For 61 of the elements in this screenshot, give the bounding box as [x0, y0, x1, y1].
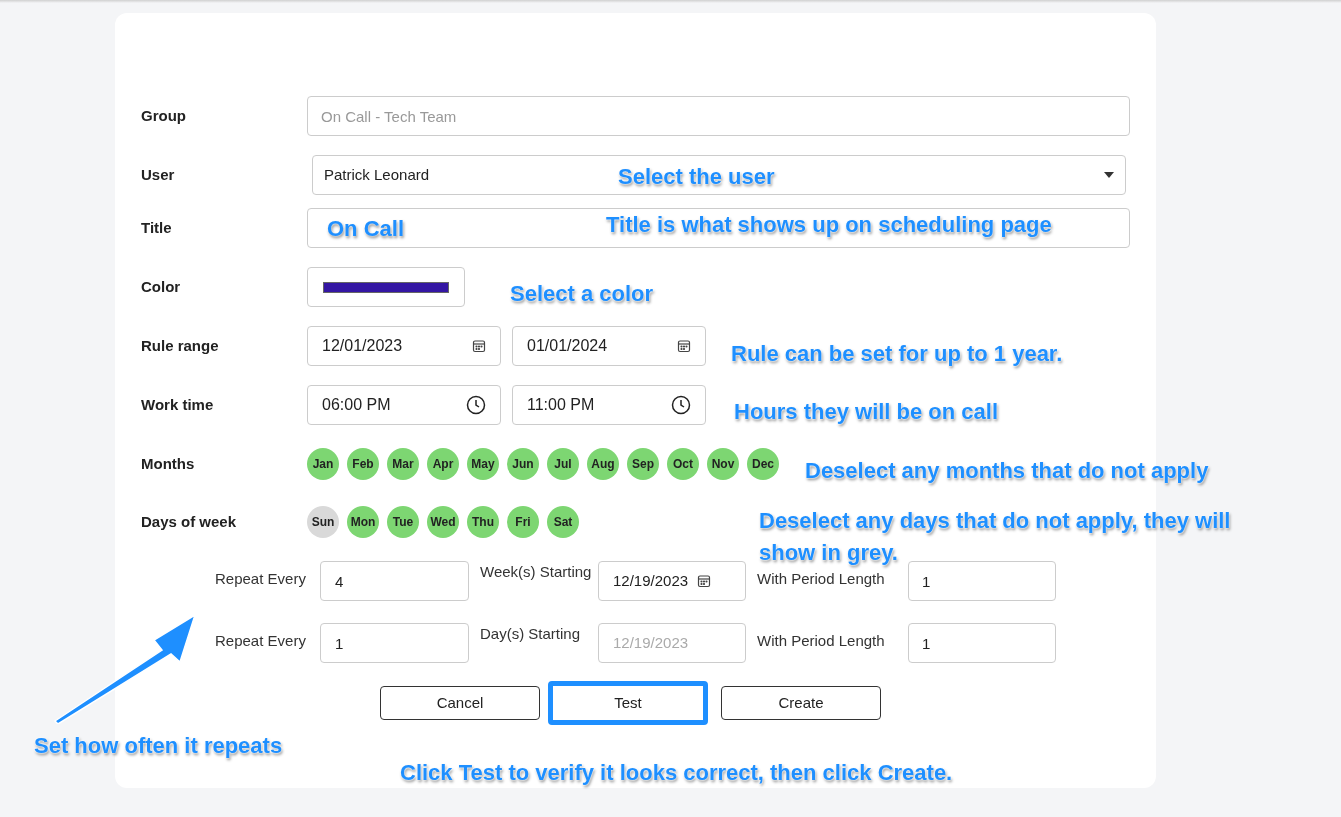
field-label: With Period Length [757, 631, 886, 651]
toggle-chip[interactable]: Jan [307, 448, 339, 480]
annotation-text: Click Test to verify it looks correct, then click Create. [400, 760, 953, 786]
user-select[interactable]: Patrick Leonard Select the user [312, 155, 1126, 195]
toggle-chip[interactable]: Dec [747, 448, 779, 480]
toggle-chip[interactable]: Sat [547, 506, 579, 538]
time-field[interactable]: 06:00 PM [307, 385, 501, 425]
group-field[interactable]: On Call - Tech Team [307, 96, 1130, 136]
number-field[interactable]: 4 [320, 561, 469, 601]
toggle-chip[interactable]: Jul [547, 448, 579, 480]
date-field[interactable]: 12/01/2023 [307, 326, 501, 366]
toggle-chip[interactable]: Apr [427, 448, 459, 480]
field-label: Work time [141, 394, 215, 415]
annotation-text: Title is what shows up on scheduling page [606, 212, 1052, 238]
time-field[interactable]: 11:00 PM [512, 385, 706, 425]
annotation-text: Set how often it repeats [34, 733, 283, 759]
toggle-chip[interactable]: Oct [667, 448, 699, 480]
toggle-chip[interactable]: Fri [507, 506, 539, 538]
color-picker[interactable] [307, 267, 465, 307]
annotation-text: Select a color [510, 281, 654, 307]
field-label: Days of week [141, 511, 238, 532]
toggle-chip[interactable]: Sun [307, 506, 339, 538]
annotation-text: Deselect any months that do not apply [805, 458, 1209, 484]
date-field[interactable]: 01/01/2024 [512, 326, 706, 366]
field-label: Repeat Every [215, 631, 307, 651]
clock-icon[interactable] [671, 395, 691, 415]
caret-icon [1104, 172, 1114, 178]
field-label: Rule range [141, 335, 220, 356]
toggle-chip[interactable]: Thu [467, 506, 499, 538]
field-label: Months [141, 453, 196, 474]
annotation-text: Select the user [618, 164, 775, 190]
toggle-chip[interactable]: Mon [347, 506, 379, 538]
annotation-text: Hours they will be on call [734, 399, 999, 425]
field-label: Day(s) Starting [480, 624, 582, 644]
action-button[interactable]: Create [721, 686, 881, 720]
title-value: On Call [327, 214, 404, 243]
action-button[interactable]: Test [548, 681, 708, 725]
toggle-chip[interactable]: Mar [387, 448, 419, 480]
field-label: With Period Length [757, 569, 886, 589]
toggle-chip[interactable]: May [467, 448, 499, 480]
toggle-chip[interactable]: Tue [387, 506, 419, 538]
toggle-chip[interactable]: Sep [627, 448, 659, 480]
field-label: Group [141, 105, 187, 126]
toggle-chip[interactable]: Nov [707, 448, 739, 480]
annotation-text: Rule can be set for up to 1 year. [731, 341, 1063, 367]
field-label: Title [141, 217, 173, 238]
toggle-chip[interactable]: Aug [587, 448, 619, 480]
field-label: Color [141, 276, 182, 297]
field-label: Repeat Every [215, 569, 307, 589]
toggle-chip[interactable]: Jun [507, 448, 539, 480]
clock-icon[interactable] [466, 395, 486, 415]
calendar-icon[interactable] [677, 339, 691, 353]
toggle-chip[interactable]: Feb [347, 448, 379, 480]
calendar-icon[interactable] [697, 574, 712, 588]
calendar-icon[interactable] [472, 339, 486, 353]
number-field[interactable]: 1 [908, 561, 1056, 601]
action-button[interactable]: Cancel [380, 686, 540, 720]
field-label: User [141, 164, 176, 185]
date-field[interactable]: 12/19/2023 [598, 561, 746, 601]
toggle-chip[interactable]: Wed [427, 506, 459, 538]
field-label: Week(s) Starting [480, 562, 593, 582]
